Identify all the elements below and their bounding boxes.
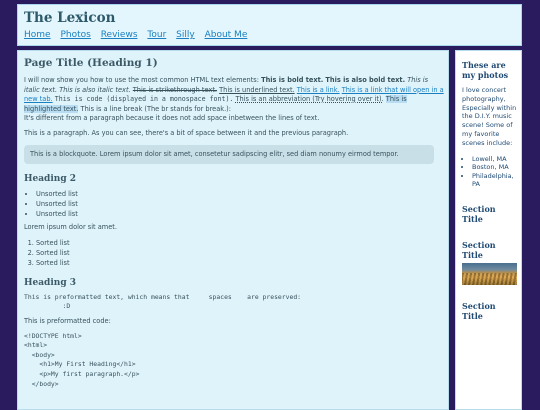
code-text: This is code (displayed in a monospace f… <box>54 95 234 104</box>
nav-tour[interactable]: Tour <box>147 30 166 40</box>
unsorted-list: Unsorted list Unsorted list Unsorted lis… <box>24 189 444 219</box>
abbreviation[interactable]: This is an abbreviation (Try hovering ov… <box>236 95 384 103</box>
line-break-text: This is a line break (The br stands for … <box>80 104 231 113</box>
sorted-list: Sorted list Sorted list Sorted list <box>24 238 444 268</box>
sidebar-section-title-3: Section Title <box>462 300 496 321</box>
list-item: Sorted list <box>36 248 444 258</box>
field-photo <box>462 262 517 285</box>
sidebar: These are my photos I love concert photo… <box>455 50 522 410</box>
list-item: Unsorted list <box>36 189 444 199</box>
sidebar-section-title-1: Section Title <box>462 203 496 224</box>
line-break-text-2: It's different from a paragraph because … <box>24 114 320 123</box>
list-item: Lowell, MA <box>472 155 519 164</box>
list-item: Sorted list <box>36 258 444 268</box>
bold-text-2: This is also bold text. <box>325 76 406 84</box>
list-item: Sorted list <box>36 238 444 248</box>
sidebar-section-title-2: Section Title <box>462 239 496 260</box>
strikethrough-text: This is strikethrough text. <box>132 85 218 94</box>
link-1[interactable]: This is a link. <box>297 86 340 94</box>
preformatted-code-label: This is preformatted code: <box>24 316 111 325</box>
list-item: Boston, MA <box>472 163 519 172</box>
underlined-text: This is underlined text. <box>219 85 295 94</box>
italic-text-2: This is also italic text. <box>59 85 131 94</box>
main-nav: Home Photos Reviews Tour Silly About Me <box>24 30 254 40</box>
list-item: Unsorted list <box>36 199 444 209</box>
preformatted-code: <!DOCTYPE html> <html> <body> <h1>My Fir… <box>24 331 140 388</box>
list-item: Unsorted list <box>36 209 444 219</box>
site-header: The Lexicon Home Photos Reviews Tour Sil… <box>17 4 522 46</box>
sidebar-places-list: Lowell, MA Boston, MA Philadelphia, PA <box>462 155 519 189</box>
page-title: Page Title (Heading 1) <box>24 57 158 69</box>
heading-3: Heading 3 <box>24 277 77 288</box>
paragraph: This is a paragraph. As you can see, the… <box>24 128 349 137</box>
intro-text: I will now show you how to use the most … <box>24 76 262 84</box>
list-item: Philadelphia, PA <box>472 172 519 189</box>
heading-2: Heading 2 <box>24 174 77 185</box>
nav-home[interactable]: Home <box>24 30 51 40</box>
sidebar-title: These are my photos <box>462 60 509 80</box>
preformatted-text: This is preformatted text, which means t… <box>24 292 302 311</box>
site-title: The Lexicon <box>24 10 116 26</box>
nav-silly[interactable]: Silly <box>176 30 195 40</box>
main-content: Page Title (Heading 1) I will now show y… <box>17 50 449 410</box>
nav-about-me[interactable]: About Me <box>205 30 248 40</box>
blockquote: This is a blockquote. Lorem ipsum dolor … <box>24 144 434 165</box>
intro-paragraph: I will now show you how to use the most … <box>24 76 444 124</box>
nav-reviews[interactable]: Reviews <box>101 30 138 40</box>
sidebar-text: I love concert photography, Especially w… <box>462 86 517 147</box>
bold-text-1: This is bold text. <box>261 76 324 84</box>
nav-photos[interactable]: Photos <box>60 30 90 40</box>
lorem-text: Lorem ipsum dolor sit amet. <box>24 223 117 232</box>
